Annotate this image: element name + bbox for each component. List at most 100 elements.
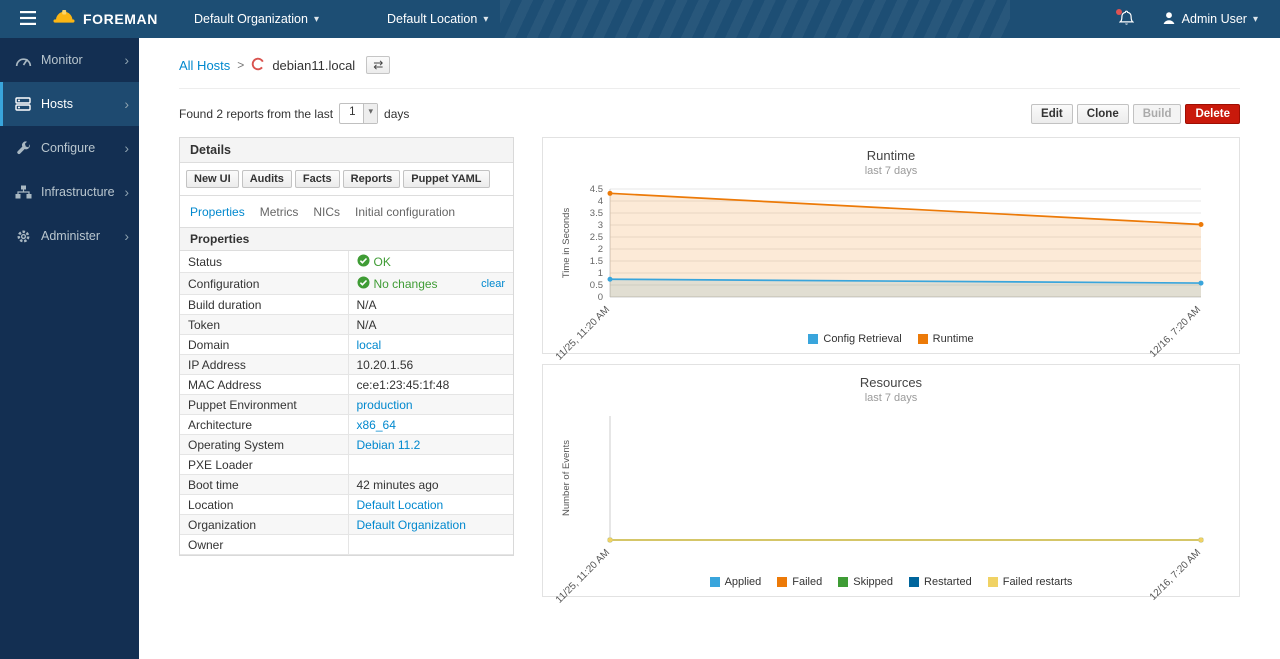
property-value: 10.20.1.56: [348, 355, 513, 375]
caret-down-icon: ▾: [483, 14, 488, 25]
table-row: Token N/A: [180, 315, 513, 335]
server-icon: [14, 97, 32, 111]
property-label: Status: [180, 251, 348, 273]
reports-button[interactable]: Reports: [343, 170, 401, 188]
legend-item[interactable]: Applied: [710, 576, 762, 588]
clear-link[interactable]: clear: [481, 278, 505, 290]
table-row: Configuration No changesclear: [180, 273, 513, 295]
chevron-right-icon: ›: [124, 228, 129, 244]
charts-column: Runtime last 7 days 00.511.522.533.544.5…: [542, 137, 1240, 597]
property-label: IP Address: [180, 355, 348, 375]
user-icon: [1162, 11, 1176, 28]
property-value: 42 minutes ago: [348, 475, 513, 495]
location-dropdown[interactable]: Default Location ▾: [377, 0, 498, 38]
chart-title: Runtime: [555, 148, 1227, 163]
domain-link[interactable]: local: [357, 338, 382, 352]
chevron-right-icon: ›: [124, 96, 129, 112]
tab-metrics[interactable]: Metrics: [260, 205, 299, 219]
table-row: Puppet Environment production: [180, 395, 513, 415]
properties-table: Status OK Configuration No changesclear …: [180, 251, 513, 555]
svg-text:3.5: 3.5: [590, 208, 603, 219]
property-label: Architecture: [180, 415, 348, 435]
legend-item[interactable]: Config Retrieval: [808, 333, 901, 345]
days-select-value: 1: [340, 104, 363, 123]
tab-initial-configuration[interactable]: Initial configuration: [355, 205, 455, 219]
architecture-link[interactable]: x86_64: [357, 418, 396, 432]
notifications-button[interactable]: [1115, 6, 1138, 33]
ok-check-icon: [357, 276, 370, 292]
property-label: Token: [180, 315, 348, 335]
organization-dropdown[interactable]: Default Organization ▾: [184, 0, 329, 38]
days-select[interactable]: 1 ▾: [339, 103, 378, 124]
svg-text:Number of Events: Number of Events: [561, 440, 572, 516]
legend-item[interactable]: Restarted: [909, 576, 972, 588]
breadcrumb-separator: >: [237, 58, 244, 72]
property-label: Build duration: [180, 295, 348, 315]
chevron-right-icon: ›: [124, 52, 129, 68]
puppet-environment-link[interactable]: production: [357, 398, 413, 412]
breadcrumb-all-hosts-link[interactable]: All Hosts: [179, 58, 230, 73]
host-action-buttons: Edit Clone Build Delete: [1031, 104, 1240, 124]
sidebar-item-label: Hosts: [41, 97, 73, 111]
caret-down-icon: ▾: [363, 104, 377, 123]
delete-button[interactable]: Delete: [1185, 104, 1240, 124]
sidebar-nav: Monitor › Hosts › Configure › Infrastruc…: [0, 38, 139, 659]
table-row: Architecture x86_64: [180, 415, 513, 435]
table-row: Boot time 42 minutes ago: [180, 475, 513, 495]
sidebar-item-label: Administer: [41, 229, 100, 243]
runtime-chart: 00.511.522.533.544.511/25, 11:20 AM12/16…: [555, 181, 1227, 329]
tab-nics[interactable]: NICs: [313, 205, 340, 219]
audits-button[interactable]: Audits: [242, 170, 292, 188]
table-row: Status OK: [180, 251, 513, 273]
legend-item[interactable]: Skipped: [838, 576, 893, 588]
report-summary-suffix: days: [384, 107, 409, 121]
legend-item[interactable]: Failed: [777, 576, 822, 588]
chart-title: Resources: [555, 375, 1227, 390]
new-ui-button[interactable]: New UI: [186, 170, 239, 188]
sidebar-item-monitor[interactable]: Monitor ›: [0, 38, 139, 82]
svg-text:Time in Seconds: Time in Seconds: [561, 208, 572, 279]
property-value: N/A: [348, 295, 513, 315]
switch-ui-button[interactable]: ⇄: [366, 56, 390, 74]
status-badge: OK: [374, 255, 391, 269]
legend-swatch-icon: [710, 577, 720, 587]
svg-text:0: 0: [598, 292, 603, 303]
legend-swatch-icon: [918, 334, 928, 344]
properties-section-title: Properties: [180, 227, 513, 251]
caret-down-icon: ▾: [1253, 14, 1258, 25]
notification-badge: [1116, 9, 1122, 15]
organization-link[interactable]: Default Organization: [357, 518, 466, 532]
sidebar-item-administer[interactable]: Administer ›: [0, 214, 139, 258]
host-os-status-icon: [251, 57, 265, 74]
operating-system-link[interactable]: Debian 11.2: [357, 438, 421, 452]
user-menu[interactable]: Admin User ▾: [1152, 0, 1268, 38]
legend-swatch-icon: [988, 577, 998, 587]
ok-check-icon: [357, 254, 370, 270]
clone-button[interactable]: Clone: [1077, 104, 1129, 124]
sidebar-item-configure[interactable]: Configure ›: [0, 126, 139, 170]
table-row: Domain local: [180, 335, 513, 355]
facts-button[interactable]: Facts: [295, 170, 340, 188]
brand[interactable]: FOREMAN: [52, 8, 158, 30]
sidebar-item-infrastructure[interactable]: Infrastructure ›: [0, 170, 139, 214]
edit-button[interactable]: Edit: [1031, 104, 1073, 124]
top-navbar: FOREMAN Default Organization ▾ Default L…: [0, 0, 1280, 38]
svg-text:2: 2: [598, 244, 603, 255]
legend-item[interactable]: Runtime: [918, 333, 974, 345]
tab-properties[interactable]: Properties: [190, 205, 245, 219]
details-tabs: Properties Metrics NICs Initial configur…: [180, 196, 513, 227]
sidebar-item-hosts[interactable]: Hosts ›: [0, 82, 139, 126]
table-row: Organization Default Organization: [180, 515, 513, 535]
sidebar-item-label: Configure: [41, 141, 95, 155]
table-row: Owner: [180, 535, 513, 555]
resources-chart-legend: Applied Failed Skipped Restarted Failed rest…: [555, 576, 1227, 588]
location-link[interactable]: Default Location: [357, 498, 444, 512]
menu-toggle-button[interactable]: [12, 7, 44, 32]
breadcrumb-current-host: debian11.local: [272, 58, 355, 73]
property-label: Organization: [180, 515, 348, 535]
legend-item[interactable]: Failed restarts: [988, 576, 1073, 588]
build-button[interactable]: Build: [1133, 104, 1182, 124]
puppet-yaml-button[interactable]: Puppet YAML: [403, 170, 489, 188]
details-buttons: New UI Audits Facts Reports Puppet YAML: [180, 163, 513, 196]
tachometer-icon: [14, 53, 32, 67]
